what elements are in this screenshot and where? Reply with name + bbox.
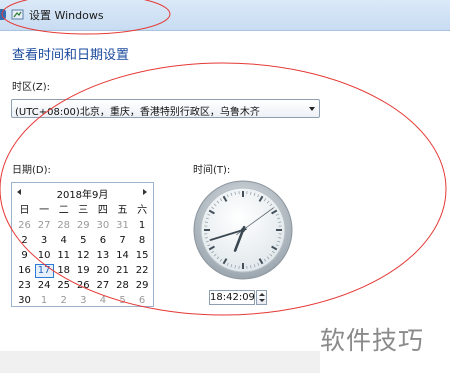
calendar-month-title[interactable]: 2018年9月 bbox=[12, 186, 153, 201]
calendar-week-row: 9 10 11 12 13 14 15 bbox=[15, 249, 153, 263]
calendar-day[interactable]: 8 bbox=[133, 234, 152, 248]
calendar-day[interactable]: 28 bbox=[113, 279, 132, 293]
calendar-day[interactable]: 18 bbox=[54, 264, 73, 278]
weekday-header: 日 bbox=[19, 205, 30, 216]
weekday-header: 一 bbox=[39, 205, 50, 216]
calendar-week-row: 23 24 25 26 27 28 29 bbox=[15, 279, 153, 293]
calendar: 2018年9月 日一二三四五六 26 27 28 29 30 31 1 2 3 4 5 6 7 8 9 10 11… bbox=[11, 182, 154, 307]
time-label: 时间(T): bbox=[193, 165, 231, 176]
calendar-week-row: 2345678 bbox=[15, 234, 153, 248]
calendar-week-row: 16 17 18 19 20 21 22 bbox=[15, 264, 153, 278]
timezone-label: 时区(Z): bbox=[12, 82, 51, 93]
calendar-day[interactable]: 9 bbox=[15, 249, 34, 263]
calendar-day[interactable]: 5 bbox=[74, 234, 93, 248]
calendar-day[interactable]: 26 bbox=[15, 219, 34, 233]
title-bar: 设置 Windows bbox=[0, 0, 450, 31]
calendar-day[interactable]: 20 bbox=[93, 264, 112, 278]
calendar-day[interactable]: 12 bbox=[74, 249, 93, 263]
calendar-weekday-row: 日一二三四五六 bbox=[15, 204, 153, 218]
calendar-day[interactable]: 7 bbox=[113, 234, 132, 248]
calendar-day[interactable]: 6 bbox=[93, 234, 112, 248]
weekday-header: 六 bbox=[137, 205, 148, 216]
next-month-icon[interactable] bbox=[143, 189, 147, 195]
calendar-day[interactable]: 3 bbox=[74, 294, 93, 308]
calendar-day[interactable]: 22 bbox=[133, 264, 152, 278]
weekday-header: 三 bbox=[78, 205, 89, 216]
calendar-day[interactable]: 4 bbox=[54, 234, 73, 248]
calendar-day[interactable]: 15 bbox=[133, 249, 152, 263]
calendar-day[interactable]: 27 bbox=[93, 279, 112, 293]
calendar-day[interactable]: 21 bbox=[113, 264, 132, 278]
calendar-day[interactable]: 27 bbox=[35, 219, 54, 233]
calendar-day[interactable]: 13 bbox=[93, 249, 112, 263]
calendar-day[interactable]: 16 bbox=[15, 264, 34, 278]
calendar-day[interactable]: 29 bbox=[133, 279, 152, 293]
spin-down-icon[interactable] bbox=[259, 299, 265, 302]
calendar-day[interactable]: 30 bbox=[93, 219, 112, 233]
calendar-day[interactable]: 25 bbox=[54, 279, 73, 293]
calendar-day[interactable]: 14 bbox=[113, 249, 132, 263]
weekday-header: 二 bbox=[58, 205, 69, 216]
calendar-day[interactable]: 28 bbox=[54, 219, 73, 233]
timezone-dropdown[interactable]: (UTC+08:00)北京，重庆，香港特别行政区，乌鲁木齐 bbox=[11, 99, 320, 118]
calendar-day[interactable]: 10 bbox=[35, 249, 54, 263]
spin-up-icon[interactable] bbox=[259, 293, 265, 296]
calendar-day[interactable]: 24 bbox=[35, 279, 54, 293]
calendar-week-row: 26 27 28 29 30 31 1 bbox=[15, 219, 153, 233]
calendar-day[interactable]: 26 bbox=[74, 279, 93, 293]
calendar-day[interactable]: 2 bbox=[54, 294, 73, 308]
weekday-header: 五 bbox=[117, 205, 128, 216]
calendar-day[interactable]: 2 bbox=[15, 234, 34, 248]
page-title: 查看时间和日期设置 bbox=[12, 48, 130, 63]
calendar-day[interactable]: 6 bbox=[133, 294, 152, 308]
app-icon bbox=[0, 9, 6, 20]
date-label: 日期(D): bbox=[12, 165, 51, 176]
calendar-day[interactable]: 4 bbox=[93, 294, 112, 308]
calendar-day[interactable]: 11 bbox=[54, 249, 73, 263]
calendar-day[interactable]: 19 bbox=[74, 264, 93, 278]
timezone-selected: (UTC+08:00)北京，重庆，香港特别行政区，乌鲁木齐 bbox=[15, 107, 260, 118]
calendar-day[interactable]: 1 bbox=[133, 219, 152, 233]
calendar-week-row: 30 1 2 3 4 5 6 bbox=[15, 294, 153, 308]
window-title: 设置 Windows bbox=[29, 9, 104, 22]
calendar-day[interactable]: 31 bbox=[113, 219, 132, 233]
weekday-header: 四 bbox=[97, 205, 108, 216]
windows-settings-icon bbox=[11, 9, 24, 20]
calendar-day[interactable]: 30 bbox=[15, 294, 34, 308]
calendar-day[interactable]: 23 bbox=[15, 279, 34, 293]
calendar-day[interactable]: 1 bbox=[35, 294, 54, 308]
calendar-day[interactable]: 5 bbox=[113, 294, 132, 308]
time-input[interactable]: 18:42:09 bbox=[209, 290, 255, 305]
watermark: 软件技巧 bbox=[320, 326, 425, 355]
calendar-day[interactable]: 29 bbox=[74, 219, 93, 233]
footer-bar bbox=[0, 351, 320, 373]
time-spinner[interactable] bbox=[256, 290, 267, 305]
calendar-day[interactable]: 3 bbox=[35, 234, 54, 248]
analog-clock bbox=[193, 180, 293, 280]
calendar-day[interactable]: 17 bbox=[34, 264, 54, 278]
chevron-down-icon bbox=[309, 107, 315, 111]
